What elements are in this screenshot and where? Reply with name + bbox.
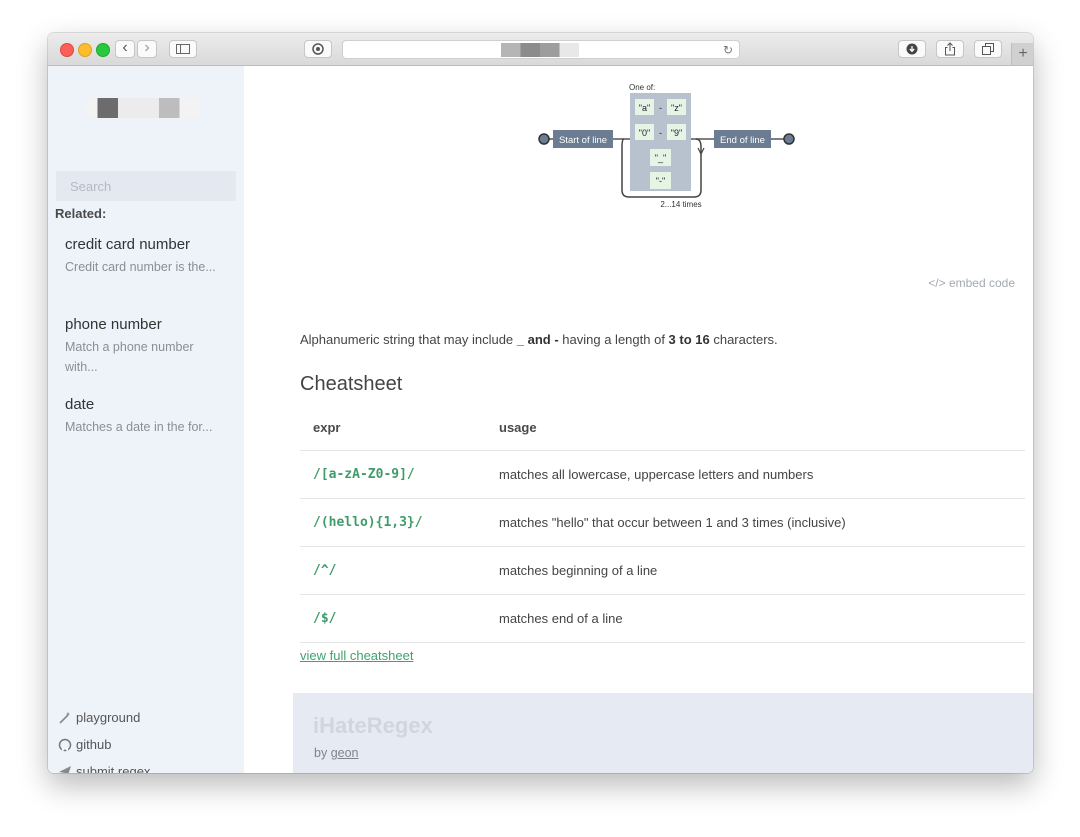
expr-cell: /[a-zA-Z0-9]/ <box>300 450 486 499</box>
cheatsheet-table: expr usage /[a-zA-Z0-9]/ matches all low… <box>300 404 1025 643</box>
footer-credit: by geon <box>314 746 359 760</box>
usage-cell: matches beginning of a line <box>486 546 1025 595</box>
char-label: "_" <box>655 153 666 163</box>
related-item-date[interactable]: date Matches a date in the for... <box>65 395 225 437</box>
author-link[interactable]: geon <box>331 746 359 760</box>
related-item-title: credit card number <box>65 236 191 253</box>
new-tab-button[interactable]: + <box>1011 43 1033 65</box>
shield-icon <box>312 43 324 55</box>
footer-by-text: by <box>314 746 331 760</box>
sidebar-toggle-button[interactable] <box>169 40 197 58</box>
start-of-line-label: Start of line <box>559 135 607 146</box>
description-bold: _ and - <box>516 332 559 347</box>
footer-brand: iHateRegex <box>313 713 433 738</box>
paper-plane-icon <box>59 765 71 773</box>
embed-code-link[interactable]: </> embed code <box>928 276 1015 290</box>
description-text: Alphanumeric string that may include <box>300 332 517 347</box>
url-text-redacted <box>501 43 579 57</box>
search-input[interactable] <box>56 171 236 201</box>
usage-cell: matches end of a line <box>486 594 1025 643</box>
magic-wand-icon <box>59 711 70 724</box>
sidebar: Related: credit card number Credit card … <box>48 66 244 773</box>
usage-cell: matches all lowercase, uppercase letters… <box>486 450 1025 499</box>
download-icon <box>906 43 918 55</box>
char-label: "-" <box>656 176 665 186</box>
reload-icon[interactable]: ↻ <box>723 43 733 57</box>
end-of-line-label: End of line <box>720 135 765 146</box>
address-bar[interactable]: ↻ <box>342 40 740 59</box>
browser-window: ‹ › ↻ + Related: credit card <box>48 33 1033 773</box>
column-header-usage: usage <box>486 404 1025 451</box>
description-text: having a length of <box>558 332 669 347</box>
share-icon <box>945 42 955 56</box>
view-full-cheatsheet-link[interactable]: view full cheatsheet <box>300 648 413 663</box>
submit-regex-link[interactable]: submit regex <box>58 764 150 773</box>
downloads-button[interactable] <box>898 40 926 58</box>
related-item-title: phone number <box>65 316 162 333</box>
usage-cell: matches "hello" that occur between 1 and… <box>486 498 1025 547</box>
table-row: /^/ matches beginning of a line <box>300 546 1025 595</box>
column-header-expr: expr <box>300 404 486 451</box>
related-item-title: date <box>65 396 95 413</box>
table-row: /[a-zA-Z0-9]/ matches all lowercase, upp… <box>300 450 1025 499</box>
end-circle <box>783 133 795 145</box>
chevron-left-icon: ‹ <box>122 39 128 56</box>
table-row: /$/ matches end of a line <box>300 594 1025 643</box>
sidebar-icon <box>176 44 190 54</box>
table-row: /(hello){1,3}/ matches "hello" that occu… <box>300 498 1025 547</box>
playground-link[interactable]: playground <box>58 710 140 725</box>
back-button[interactable]: ‹ <box>115 40 135 58</box>
github-label: github <box>76 737 112 752</box>
playground-label: playground <box>76 710 141 725</box>
related-item-desc: Credit card number is the... <box>65 260 216 274</box>
tabs-overview-button[interactable] <box>974 40 1002 58</box>
table-header-row: expr usage <box>300 404 1025 451</box>
char-label: "a" <box>639 103 650 113</box>
zoom-window-button[interactable] <box>96 43 110 57</box>
github-link[interactable]: github <box>58 737 111 752</box>
browser-toolbar: ‹ › ↻ + <box>48 33 1033 66</box>
description-bold: 3 to 16 <box>668 332 710 347</box>
regex-railroad-diagram: Start of line End of line 2...14 times O… <box>538 83 795 209</box>
regex-description: Alphanumeric string that may include _ a… <box>300 332 778 347</box>
char-label: "9" <box>671 128 682 138</box>
expr-cell: /$/ <box>300 594 486 643</box>
forward-button[interactable]: › <box>137 40 157 58</box>
expr-cell: /^/ <box>300 546 486 595</box>
char-label: "z" <box>671 103 682 113</box>
char-label: "0" <box>639 128 650 138</box>
submit-regex-label: submit regex <box>76 764 151 773</box>
github-icon <box>58 738 72 751</box>
related-item-credit-card[interactable]: credit card number Credit card number is… <box>65 235 225 277</box>
share-button[interactable] <box>936 40 964 58</box>
description-text: characters. <box>709 332 778 347</box>
close-window-button[interactable] <box>60 43 74 57</box>
main-content: Start of line End of line 2...14 times O… <box>244 66 1033 773</box>
minimize-window-button[interactable] <box>78 43 92 57</box>
expr-cell: /(hello){1,3}/ <box>300 498 486 547</box>
site-logo-redacted[interactable] <box>86 98 200 118</box>
related-item-phone[interactable]: phone number Match a phone number with..… <box>65 315 225 377</box>
tabs-icon <box>982 43 994 55</box>
range-dash: - <box>659 103 662 113</box>
related-item-desc: Matches a date in the for... <box>65 420 213 434</box>
footer: iHateRegex by geon <box>293 693 1033 773</box>
start-circle <box>538 133 550 145</box>
related-heading: Related: <box>55 206 107 221</box>
related-item-desc: Match a phone number with... <box>65 340 194 374</box>
chevron-right-icon: › <box>144 39 150 56</box>
one-of-label: One of: <box>629 83 655 92</box>
privacy-report-button[interactable] <box>304 40 332 58</box>
cheatsheet-title: Cheatsheet <box>300 373 403 395</box>
range-dash: - <box>659 128 662 138</box>
repeat-label: 2...14 times <box>660 200 701 209</box>
